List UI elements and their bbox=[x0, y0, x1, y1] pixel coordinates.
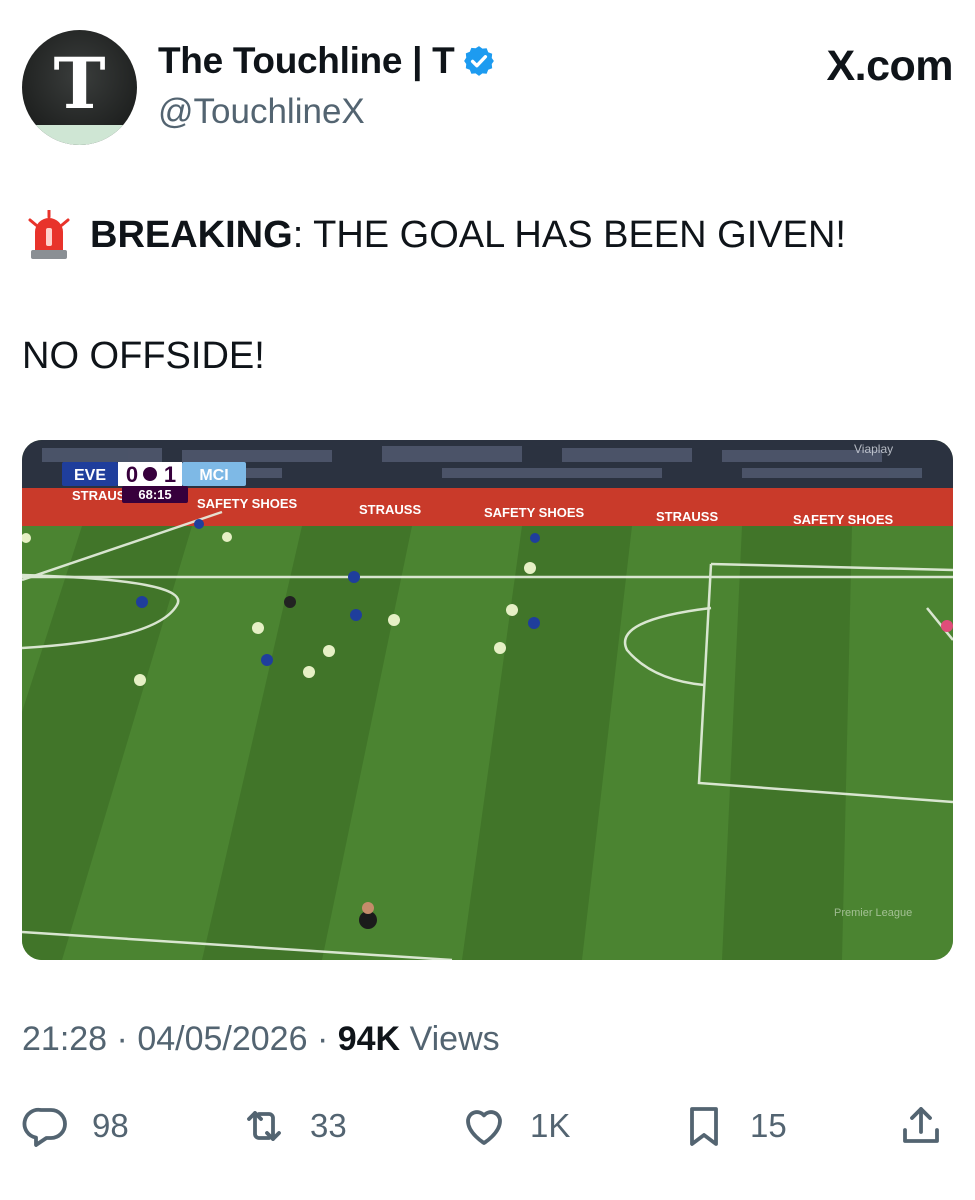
name-row: The Touchline | T bbox=[158, 40, 496, 82]
ad-board-text: SAFETY SHOES bbox=[793, 512, 894, 527]
display-name[interactable]: The Touchline | T bbox=[158, 40, 455, 82]
heart-icon bbox=[466, 1110, 502, 1145]
bookmark-icon bbox=[690, 1107, 718, 1146]
tweet-text-line-1: BREAKING : THE GOAL HAS BEEN GIVEN! bbox=[28, 210, 846, 260]
share-icon bbox=[903, 1107, 939, 1143]
tweet-meta: 21:28 · 04/05/2026 · 94K Views bbox=[22, 1020, 500, 1058]
match-clock: 68:15 bbox=[138, 487, 171, 502]
tweet-text-line-2: NO OFFSIDE! bbox=[22, 335, 265, 377]
ad-board-text: STRAUSS bbox=[359, 502, 421, 517]
tweet-text-rest: : THE GOAL HAS BEEN GIVEN! bbox=[292, 213, 846, 256]
bookmark-button[interactable]: 15 bbox=[680, 1098, 787, 1154]
league-crest-icon bbox=[143, 467, 157, 481]
repost-count: 33 bbox=[310, 1107, 347, 1144]
brand-logo: X.com bbox=[826, 42, 953, 90]
league-watermark: Premier League bbox=[834, 907, 912, 919]
tweet-time[interactable]: 21:28 bbox=[22, 1020, 107, 1058]
tweet-date[interactable]: 04/05/2026 bbox=[137, 1020, 307, 1058]
views-count: 94K bbox=[337, 1020, 401, 1058]
like-button[interactable]: 1K bbox=[460, 1098, 570, 1154]
avatar[interactable]: T bbox=[22, 30, 137, 145]
tweet-media-image[interactable]: STRAUSS SAFETY SHOES STRAUSS SAFETY SHOE… bbox=[22, 440, 953, 960]
views-label: Views bbox=[409, 1020, 500, 1058]
verified-badge-icon bbox=[464, 46, 495, 76]
home-score: 0 bbox=[126, 462, 138, 487]
tweet-actions: 98 33 1K 15 bbox=[22, 1098, 953, 1154]
tweet-header: T The Touchline | T @TouchlineX X.com bbox=[22, 28, 953, 148]
broadcaster-logo: Viaplay bbox=[854, 442, 893, 456]
away-score: 1 bbox=[164, 462, 176, 487]
bookmark-count: 15 bbox=[750, 1107, 787, 1144]
repost-button[interactable]: 33 bbox=[240, 1098, 347, 1154]
ad-board-text: STRAUSS bbox=[656, 509, 718, 524]
ad-board-text: SAFETY SHOES bbox=[197, 496, 298, 511]
breaking-label: BREAKING bbox=[90, 213, 293, 256]
reply-count: 98 bbox=[92, 1107, 129, 1144]
like-count: 1K bbox=[530, 1107, 571, 1144]
repost-icon bbox=[247, 1111, 281, 1141]
reply-button[interactable]: 98 bbox=[22, 1098, 129, 1154]
share-button[interactable] bbox=[897, 1098, 945, 1154]
reply-icon bbox=[22, 1107, 67, 1147]
avatar-letter: T bbox=[53, 42, 106, 125]
siren-icon bbox=[28, 210, 70, 259]
ad-board-text: SAFETY SHOES bbox=[484, 505, 585, 520]
away-team: MCI bbox=[199, 467, 228, 484]
handle[interactable]: @TouchlineX bbox=[158, 92, 365, 132]
football-pitch-illustration: STRAUSS SAFETY SHOES STRAUSS SAFETY SHOE… bbox=[22, 440, 953, 960]
home-team: EVE bbox=[74, 467, 106, 484]
